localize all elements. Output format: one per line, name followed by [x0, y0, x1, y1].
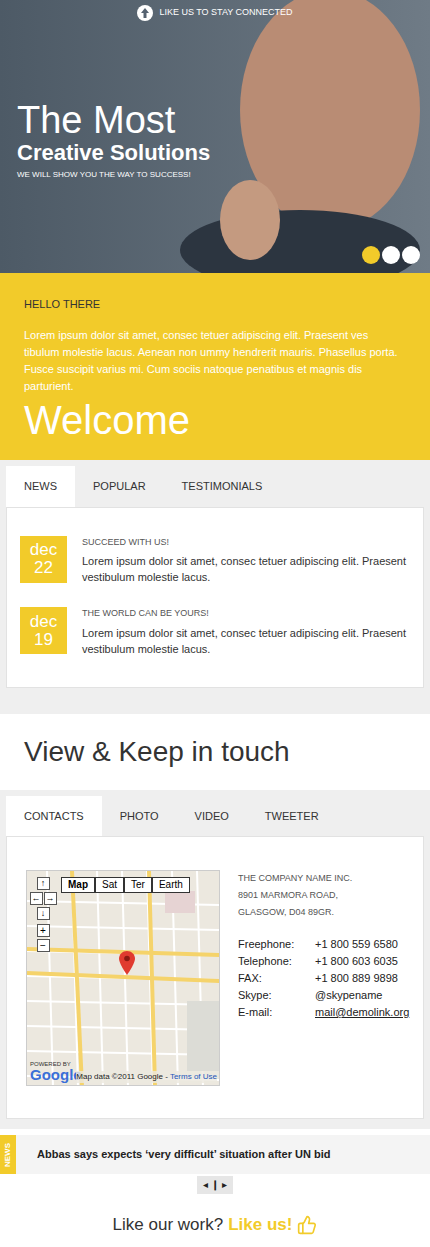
contact-label: E-mail: — [238, 1004, 315, 1021]
zoom-button[interactable]: + — [37, 924, 50, 937]
contact-tabs: CONTACTSPHOTOVIDEOTWEETER — [0, 796, 430, 837]
news-item[interactable]: dec19 THE WORLD CAN BE YOURS! Lorem ipsum … — [20, 607, 410, 657]
footer-question: Like our work? — [113, 1212, 224, 1238]
intro-heading: HELLO THERE — [24, 296, 406, 313]
hero-text: The MostCreative SolutionsWE WILL SHOW Y… — [0, 26, 430, 181]
pager-button[interactable]: ◂ — [203, 1180, 208, 1190]
top-bar[interactable]: LIKE US TO STAY CONNECTED — [0, 0, 430, 26]
contact-label: Telephone: — [238, 953, 315, 970]
map-type-button[interactable]: Earth — [152, 877, 190, 893]
tab[interactable]: TWEETER — [247, 796, 337, 837]
terms-link[interactable]: Terms of Use — [170, 1071, 217, 1083]
map-type-button[interactable]: Sat — [95, 877, 124, 893]
like-link[interactable]: Like us! — [228, 1212, 292, 1238]
zoom-button[interactable]: − — [37, 939, 50, 952]
contact-value: +1 800 603 6035 — [315, 953, 409, 970]
pan-button[interactable]: ↓ — [37, 907, 50, 920]
news-title: SUCCEED WITH US! — [82, 536, 410, 550]
news-tabs: NEWSPOPULARTESTIMONIALS — [0, 466, 430, 507]
tab[interactable]: POPULAR — [75, 466, 164, 507]
news-item[interactable]: dec22 SUCCEED WITH US! Lorem ipsum dolor s… — [20, 536, 410, 586]
news-title: THE WORLD CAN BE YOURS! — [82, 607, 410, 621]
tab[interactable]: PHOTO — [102, 796, 177, 837]
pan-button[interactable]: → — [44, 892, 57, 905]
map-type-button[interactable]: Map — [61, 877, 95, 893]
tab[interactable]: CONTACTS — [6, 796, 102, 837]
news-text: Lorem ipsum dolor sit amet, consec tetue… — [82, 553, 410, 585]
contact-label: Skype: — [238, 987, 315, 1004]
ticker-label: NEWS — [0, 1135, 16, 1174]
map-type-button[interactable]: Ter — [124, 877, 152, 893]
page: LIKE US TO STAY CONNECTEDThe MostCreativ… — [0, 0, 430, 1247]
slider-dot[interactable] — [362, 246, 380, 264]
contact-info: THE COMPANY NAME INC.8901 MARMORA ROAD,G… — [238, 870, 409, 1086]
address-line: GLASGOW, D04 89GR. — [238, 904, 409, 921]
date-badge: dec19 — [20, 607, 67, 654]
tab[interactable]: VIDEO — [177, 796, 247, 837]
section-title: View & Keep in touch — [0, 714, 430, 790]
contact-label: Freephone: — [238, 936, 315, 953]
contacts-section: CONTACTSPHOTOVIDEOTWEETERMapSatTerEarth↑… — [0, 790, 430, 1130]
map[interactable]: MapSatTerEarth ↑ ←→ ↓ + − POWERED BYGoogleMap … — [26, 870, 220, 1086]
footer: Like our work?Like us! — [0, 1194, 430, 1247]
contact-label: FAX: — [238, 970, 315, 987]
pan-control: ↑ ←→ ↓ + − — [29, 877, 57, 952]
powered-by: POWERED BYGoogle — [30, 1061, 82, 1082]
date-badge: dec22 — [20, 536, 67, 583]
pager-button[interactable]: ❙ — [211, 1180, 219, 1190]
welcome-title: Welcome — [24, 398, 406, 442]
contact-value[interactable]: mail@demolink.org — [315, 1004, 409, 1021]
slider-dot[interactable] — [382, 246, 400, 264]
tab[interactable]: NEWS — [6, 466, 75, 507]
pan-button[interactable]: ← — [30, 892, 43, 905]
contact-value: +1 800 559 6580 — [315, 936, 409, 953]
intro-text: Lorem ipsum dolor sit amet, consec tetue… — [24, 327, 406, 395]
thumbs-up-icon[interactable] — [297, 1215, 317, 1235]
tab[interactable]: TESTIMONIALS — [164, 466, 281, 507]
intro: HELLO THERE Lorem ipsum dolor sit amet, c… — [0, 273, 430, 460]
contact-value: @skypename — [315, 987, 409, 1004]
company-name: THE COMPANY NAME INC. — [238, 870, 409, 887]
address-line: 8901 MARMORA ROAD, — [238, 887, 409, 904]
contacts-panel: MapSatTerEarth ↑ ←→ ↓ + − POWERED BYGoogleMap … — [6, 836, 424, 1119]
slider-dot[interactable] — [402, 246, 420, 264]
map-type-bar: MapSatTerEarth — [61, 877, 190, 893]
news-panel: dec22 SUCCEED WITH US! Lorem ipsum dolor s… — [6, 507, 424, 688]
slider-dots — [0, 246, 420, 264]
contact-value: +1 800 889 9898 — [315, 970, 409, 987]
news-ticker: NEWSAbbas says expects ‘very difficult’ … — [0, 1135, 430, 1174]
pin-icon[interactable] — [119, 951, 135, 975]
map-attribution: Map data ©2011 Google -Terms of Use — [76, 1071, 217, 1083]
arrow-up-icon — [137, 5, 153, 21]
ticker-headline[interactable]: Abbas says expects ‘very difficult’ situ… — [16, 1135, 351, 1174]
news-text: Lorem ipsum dolor sit amet, consec tetue… — [82, 625, 410, 657]
contact-list: Freephone:+1 800 559 6580Telephone:+1 80… — [238, 936, 409, 1021]
hero: LIKE US TO STAY CONNECTEDThe MostCreativ… — [0, 0, 430, 273]
news-section: NEWSPOPULARTESTIMONIALS dec22 SUCCEED WITH… — [0, 460, 430, 714]
ticker-pager: ◂❙▸ — [197, 1176, 233, 1194]
google-logo[interactable]: Google — [30, 1067, 82, 1082]
pan-button[interactable]: ↑ — [37, 877, 50, 890]
pager-button[interactable]: ▸ — [222, 1180, 227, 1190]
